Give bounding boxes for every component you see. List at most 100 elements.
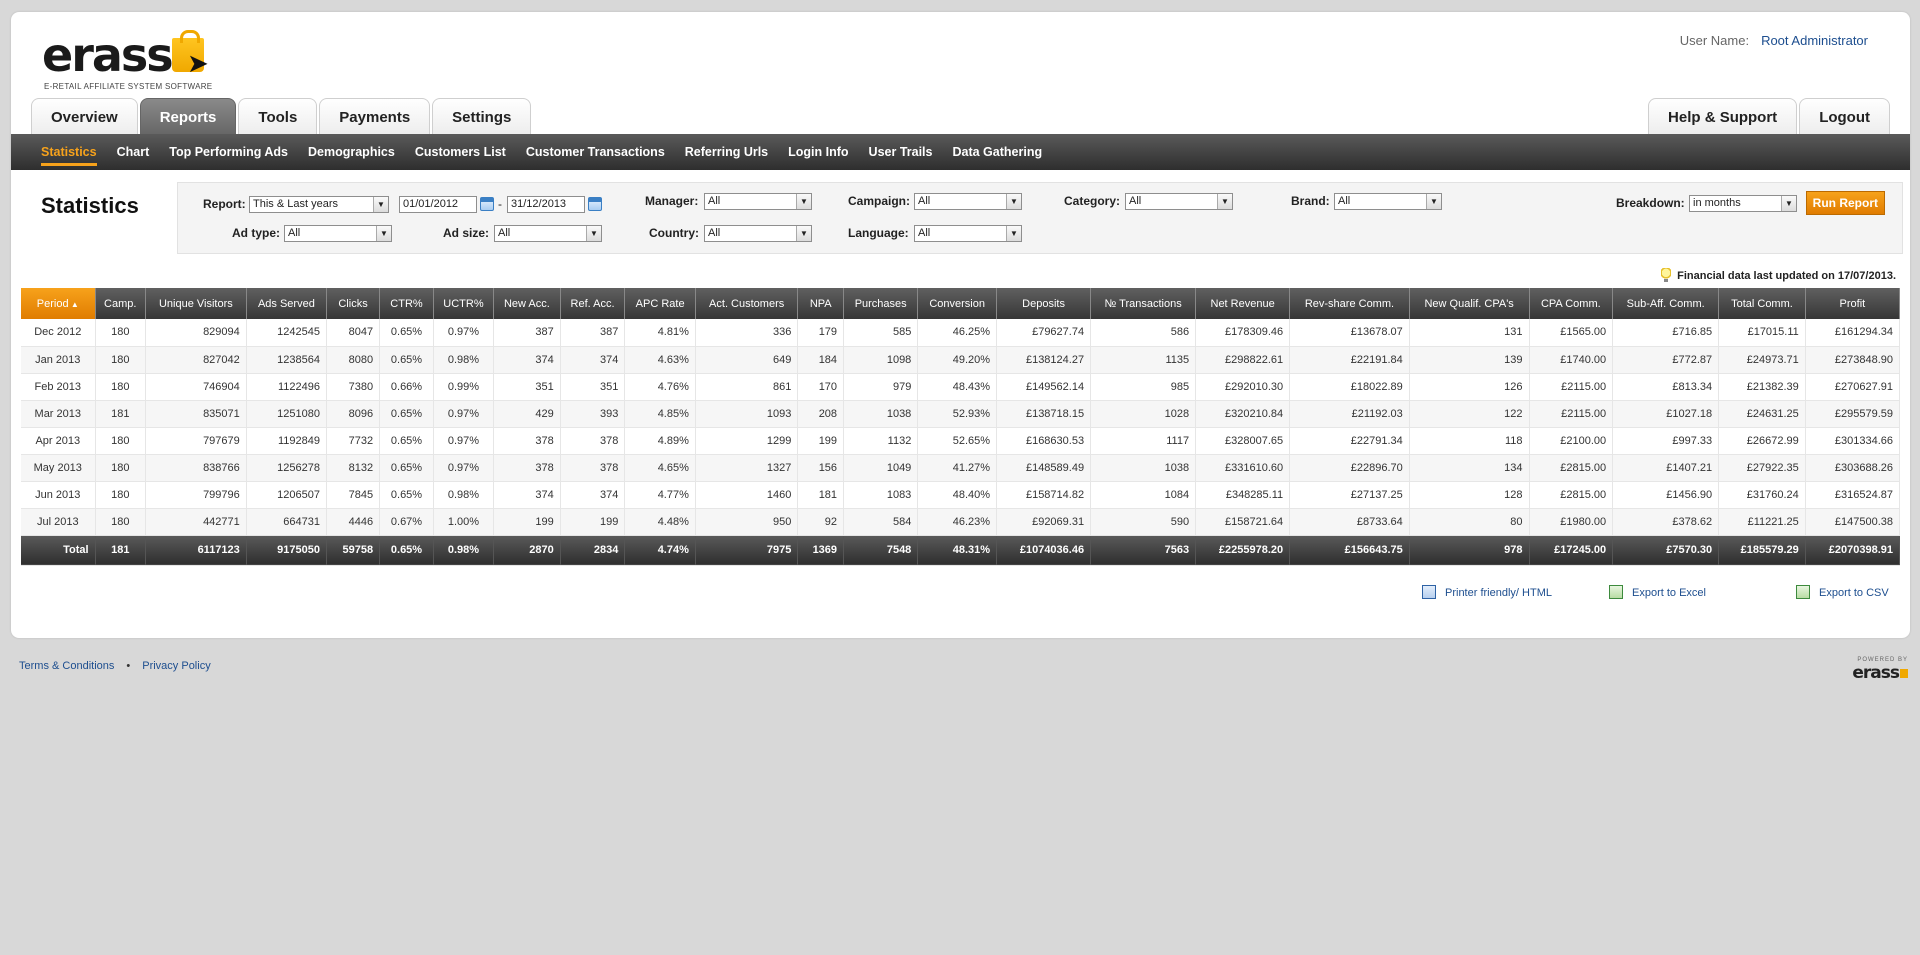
chevron-down-icon: ▼ — [586, 226, 601, 241]
column-header[interactable]: Net Revenue — [1195, 288, 1291, 319]
column-header[interactable]: UCTR% — [433, 288, 494, 319]
cursor-arrow-icon: ➤ — [187, 48, 209, 78]
country-select[interactable]: All ▼ — [704, 225, 812, 242]
tab-tools[interactable]: Tools — [238, 98, 318, 135]
subnav-customer-transactions[interactable]: Customer Transactions — [516, 134, 675, 170]
table-cell: £1027.18 — [1612, 400, 1720, 428]
column-header[interactable]: Conversion — [917, 288, 998, 319]
table-cell: £1740.00 — [1529, 346, 1614, 374]
erass-logo[interactable]: erass ➤ E-RETAIL AFFILIATE SYSTEM SOFTWA… — [42, 30, 222, 92]
logo-tagline: E-RETAIL AFFILIATE SYSTEM SOFTWARE — [44, 82, 213, 91]
table-cell: Mar 2013 — [21, 400, 96, 428]
subnav-referring-urls[interactable]: Referring Urls — [675, 134, 778, 170]
subnav-customers-list[interactable]: Customers List — [405, 134, 516, 170]
breakdown-select[interactable]: in months ▼ — [1689, 195, 1797, 212]
filter-panel: Report: This & Last years ▼ 01/01/2012 - … — [177, 182, 1903, 254]
column-header[interactable]: New Acc. — [493, 288, 561, 319]
export-excel-link[interactable]: Export to Excel — [1609, 585, 1706, 599]
column-header[interactable]: Camp. — [95, 288, 146, 319]
table-cell: £2115.00 — [1529, 373, 1614, 401]
adsize-select[interactable]: All ▼ — [494, 225, 602, 242]
table-cell: 122 — [1409, 400, 1530, 428]
tab-settings[interactable]: Settings — [432, 98, 532, 135]
total-cell: 48.31% — [917, 535, 998, 566]
table-cell: £148589.49 — [996, 454, 1092, 482]
user-name-link[interactable]: Root Administrator — [1761, 33, 1868, 48]
table-row: May 2013 180 838766 1256278 8132 0.65% 0.97% 37… — [21, 454, 1901, 482]
column-header[interactable]: CTR% — [379, 288, 434, 319]
table-cell: 950 — [695, 508, 799, 536]
table-cell: £1456.90 — [1612, 481, 1720, 509]
subnav-chart[interactable]: Chart — [107, 134, 160, 170]
language-label: Language: — [848, 226, 909, 240]
brand-label: Brand: — [1291, 194, 1330, 208]
table-cell: 0.67% — [379, 508, 434, 536]
lightbulb-icon — [1661, 268, 1672, 282]
date-from-input[interactable]: 01/01/2012 — [399, 196, 477, 213]
column-header[interactable]: Purchases — [843, 288, 919, 319]
tab-overview[interactable]: Overview — [31, 98, 138, 135]
powered-by-logo: erass — [1852, 663, 1908, 683]
table-cell: 139 — [1409, 346, 1530, 374]
column-header[interactable]: Profit — [1805, 288, 1901, 319]
column-header[interactable]: Unique Visitors — [145, 288, 247, 319]
column-header[interactable]: Act. Customers — [695, 288, 799, 319]
column-header[interactable]: Period ▲ — [21, 288, 96, 319]
category-select[interactable]: All ▼ — [1125, 193, 1233, 210]
printer-friendly-link[interactable]: Printer friendly/ HTML — [1422, 585, 1552, 599]
column-header[interactable]: CPA Comm. — [1529, 288, 1614, 319]
subnav-login-info[interactable]: Login Info — [778, 134, 858, 170]
tab-logout[interactable]: Logout — [1799, 98, 1890, 135]
table-row: Mar 2013 181 835071 1251080 8096 0.65% 0.97% 42… — [21, 400, 1901, 428]
subnav-top-performing-ads[interactable]: Top Performing Ads — [159, 134, 298, 170]
footer-separator: • — [126, 660, 131, 672]
tab-payments[interactable]: Payments — [319, 98, 431, 135]
privacy-link[interactable]: Privacy Policy — [142, 660, 210, 672]
total-cell: 7548 — [843, 535, 919, 566]
subnav-user-trails[interactable]: User Trails — [859, 134, 943, 170]
date-to-input[interactable]: 31/12/2013 — [507, 196, 585, 213]
column-header[interactable]: Clicks — [326, 288, 381, 319]
column-header[interactable]: Total Comm. — [1718, 288, 1806, 319]
run-report-button[interactable]: Run Report — [1805, 191, 1885, 215]
subnav-statistics[interactable]: Statistics — [31, 134, 107, 170]
table-cell: 199 — [493, 508, 561, 536]
column-header[interactable]: New Qualif. CPA's — [1409, 288, 1530, 319]
subnav-demographics[interactable]: Demographics — [298, 134, 405, 170]
table-cell: 985 — [1090, 373, 1197, 401]
table-cell: £1565.00 — [1529, 319, 1614, 347]
table-cell: £27922.35 — [1718, 454, 1806, 482]
column-header[interactable]: NPA — [797, 288, 845, 319]
calendar-icon[interactable] — [480, 197, 494, 211]
export-csv-link[interactable]: Export to CSV — [1796, 585, 1889, 599]
tab-reports[interactable]: Reports — [139, 98, 237, 135]
table-cell: £348285.11 — [1195, 481, 1291, 509]
table-cell: 1083 — [843, 481, 919, 509]
column-header[interactable]: Rev-share Comm. — [1289, 288, 1410, 319]
terms-link[interactable]: Terms & Conditions — [19, 660, 114, 672]
table-cell: £301334.66 — [1805, 427, 1901, 455]
tab-help-support[interactable]: Help & Support — [1648, 98, 1798, 135]
campaign-select[interactable]: All ▼ — [914, 193, 1022, 210]
column-header[interactable]: APC Rate — [624, 288, 696, 319]
table-cell: 7380 — [326, 373, 381, 401]
calendar-icon[interactable] — [588, 197, 602, 211]
column-header[interactable]: № Transactions — [1090, 288, 1197, 319]
brand-select[interactable]: All ▼ — [1334, 193, 1442, 210]
subnav-data-gathering[interactable]: Data Gathering — [942, 134, 1052, 170]
column-header[interactable]: Deposits — [996, 288, 1092, 319]
language-select[interactable]: All ▼ — [914, 225, 1022, 242]
table-cell: 49.20% — [917, 346, 998, 374]
table-cell: 374 — [493, 481, 561, 509]
table-row: Dec 2012 180 829094 1242545 8047 0.65% 0.97% 38… — [21, 319, 1901, 347]
manager-select[interactable]: All ▼ — [704, 193, 812, 210]
report-select[interactable]: This & Last years ▼ — [249, 196, 389, 213]
table-cell: Dec 2012 — [21, 319, 96, 347]
table-row: Jun 2013 180 799796 1206507 7845 0.65% 0.98% 37… — [21, 481, 1901, 509]
campaign-label: Campaign: — [848, 194, 911, 208]
csv-file-icon — [1796, 585, 1810, 599]
adtype-select[interactable]: All ▼ — [284, 225, 392, 242]
column-header[interactable]: Ads Served — [246, 288, 328, 319]
column-header[interactable]: Sub-Aff. Comm. — [1612, 288, 1720, 319]
column-header[interactable]: Ref. Acc. — [560, 288, 626, 319]
